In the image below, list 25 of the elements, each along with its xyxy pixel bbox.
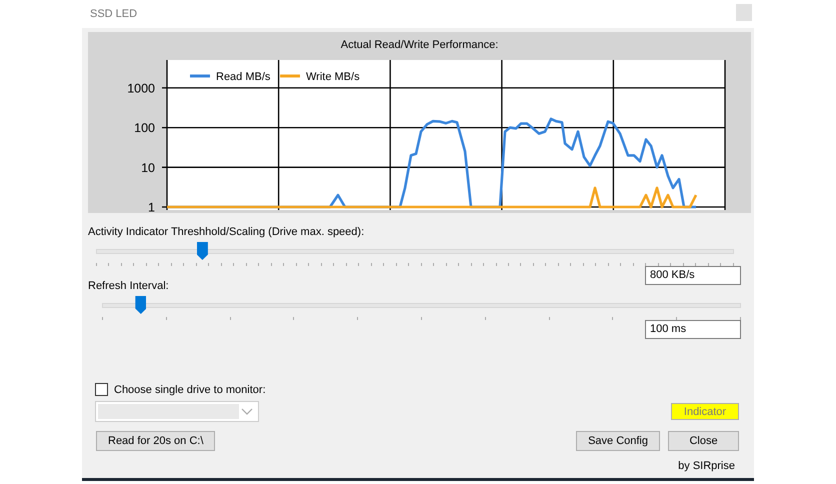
slider-thumb[interactable] <box>135 296 146 314</box>
slider-label: Activity Indicator Threshhold/Scaling (Drive max. speed): <box>88 226 364 240</box>
close-button[interactable]: Close <box>668 431 739 451</box>
axis-tick-label: 1000 <box>127 81 155 96</box>
slider-track[interactable] <box>102 294 741 320</box>
slider-track[interactable] <box>96 240 734 266</box>
axis-tick-label: 10 <box>141 160 155 175</box>
checkbox-label: Choose single drive to monitor: <box>114 384 266 396</box>
legend-label: Write MB/s <box>306 71 360 83</box>
save-config-button[interactable]: Save Config <box>576 431 660 451</box>
value-field[interactable]: 800 KB/s <box>645 266 741 285</box>
indicator-button[interactable]: Indicator <box>671 403 739 420</box>
credit-text: by SIRprise <box>677 460 735 472</box>
chart-title: Actual Read/Write Performance: <box>340 38 500 53</box>
slider-label: Refresh Interval: <box>88 280 169 294</box>
close-window-button[interactable] <box>736 4 752 21</box>
read-test-button[interactable]: Read for 20s on C:\ <box>96 431 216 451</box>
axis-tick-label: 100 <box>134 121 155 136</box>
chevron-down-icon <box>241 408 253 416</box>
legend-label: Read MB/s <box>216 71 270 83</box>
value-field[interactable]: 100 ms <box>645 320 741 339</box>
slider-thumb[interactable] <box>196 242 208 260</box>
axis-tick-label: 1 <box>148 200 155 213</box>
checkbox[interactable] <box>95 383 108 396</box>
window-title: SSD LED <box>90 8 138 20</box>
